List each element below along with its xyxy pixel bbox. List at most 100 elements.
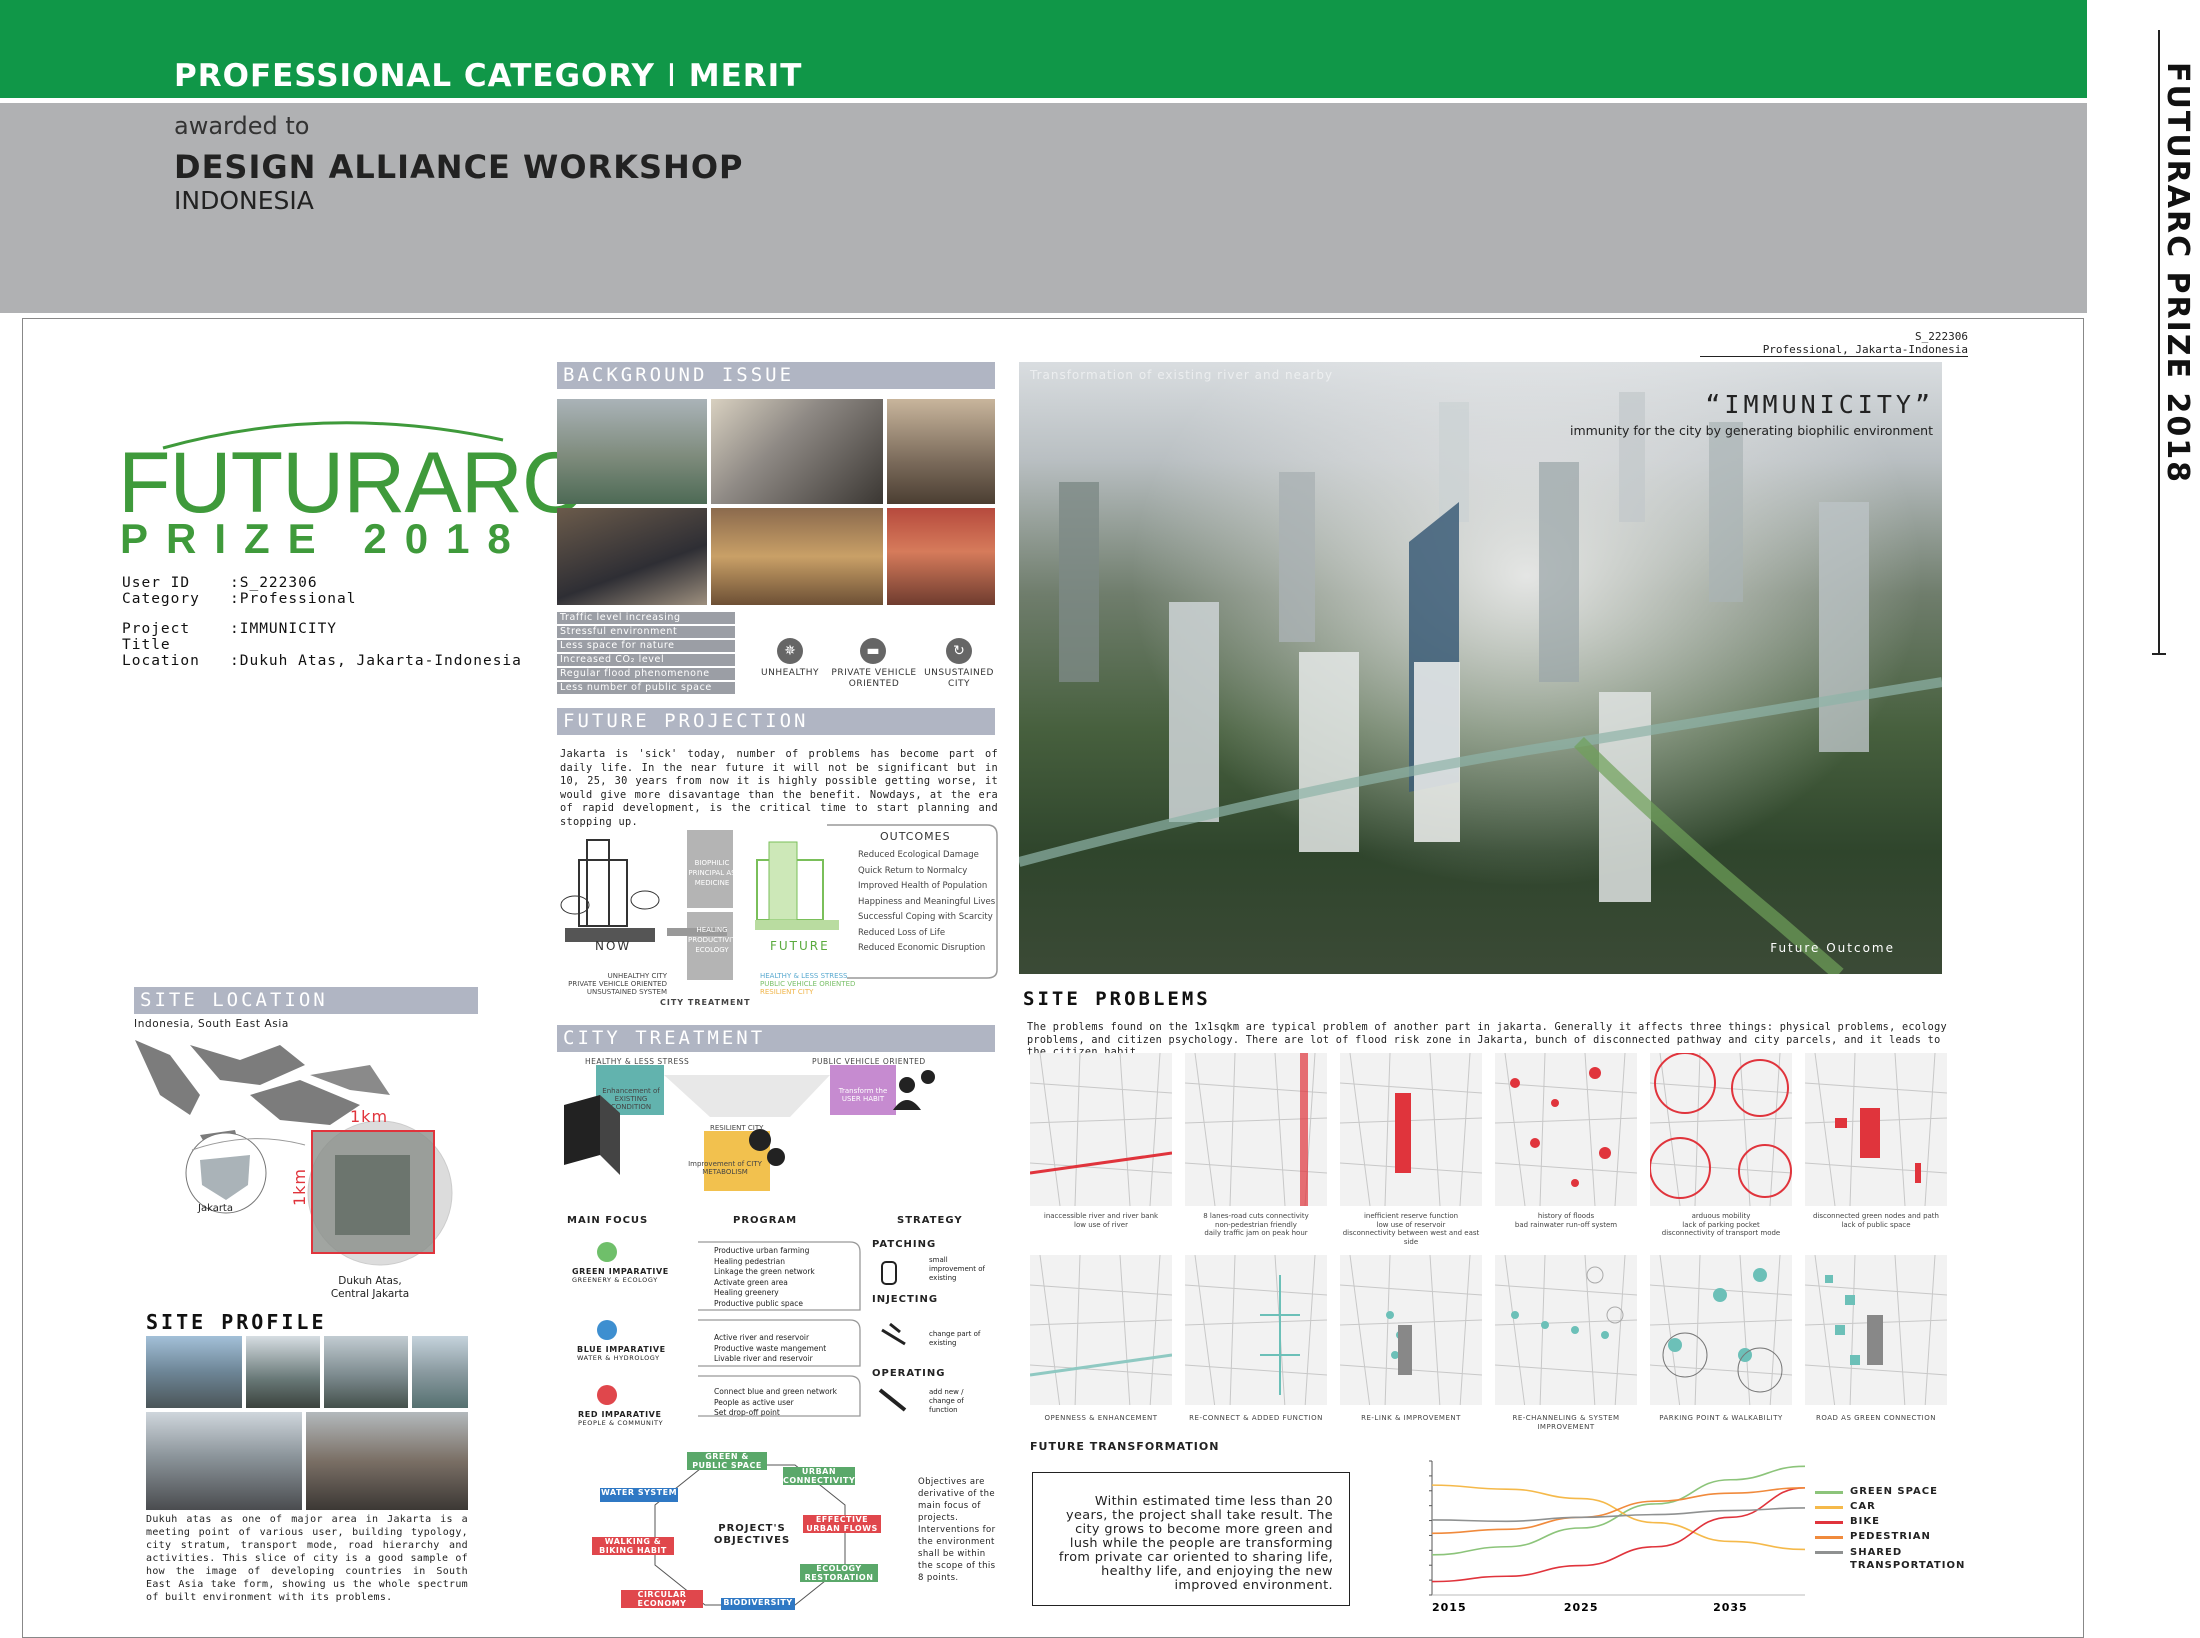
car-icon: ▬ (860, 638, 886, 664)
background-issue-heading: BACKGROUND ISSUE (557, 362, 995, 389)
program-red: Connect blue and green network People as… (714, 1387, 837, 1417)
strategy-injecting: INJECTING (872, 1294, 939, 1305)
issue-tag: Traffic level increasing (557, 612, 735, 624)
ct-resilient: RESILIENT CITY (710, 1124, 764, 1132)
site-label: Dukuh Atas, Central Jakarta (330, 1275, 410, 1300)
solution-map (1340, 1255, 1482, 1405)
focus-red: RED IMPARATIVE PEOPLE & COMMUNITY (578, 1410, 664, 1427)
winner-name: DESIGN ALLIANCE WORKSHOP (174, 148, 744, 186)
alley-photo (306, 1412, 468, 1510)
road-photo (324, 1336, 408, 1408)
river-photo (412, 1336, 468, 1408)
solution-map (1805, 1255, 1947, 1405)
problem-map (1340, 1053, 1482, 1206)
objectives-center: PROJECT'S OBJECTIVES (713, 1523, 791, 1546)
legend-swatch (1815, 1536, 1843, 1539)
issue-icon-label: UNSUSTAINED CITY (924, 668, 994, 689)
solution-map (1185, 1255, 1327, 1405)
hero-title: “IMMUNICITY” (1705, 390, 1934, 419)
problem-caption: inefficient reserve function low use of … (1342, 1212, 1480, 1246)
future-transformation-heading: FUTURE TRANSFORMATION (1030, 1440, 1220, 1453)
side-title: FUTURARC PRIZE 2018 (2160, 62, 2195, 484)
issue-tag: Less number of public space (557, 682, 735, 694)
problem-map (1185, 1053, 1327, 1206)
hero-caption: Future Outcome (1770, 941, 1895, 955)
problem-map (1805, 1053, 1947, 1206)
problem-caption: disconnected green nodes and path lack o… (1812, 1212, 1939, 1229)
hero-overlay-text: Transformation of existing river and nea… (1030, 368, 1334, 382)
solution-caption: RE-CONNECT & ADDED FUNCTION (1189, 1414, 1323, 1422)
outcomes-list: Reduced Ecological Damage Quick Return t… (858, 850, 996, 953)
future-transformation-chart: 2015 2025 2035 (1429, 1460, 1806, 1614)
focus-green: GREEN IMPARATIVE GREENERY & ECOLOGY (572, 1267, 669, 1284)
issue-tag: Regular flood phenomenone (557, 668, 735, 680)
issue-icon-label: UNHEALTHY (761, 668, 819, 678)
site-region: Indonesia, South East Asia (134, 1018, 289, 1030)
ct-enhance-box: Enhancement of EXISTING CONDITION (602, 1087, 660, 1111)
logo-wordmark: FUTURARC (118, 435, 584, 531)
strategy-operating: OPERATING (872, 1368, 946, 1379)
objective-water-system: WATER SYSTEM (600, 1488, 678, 1502)
info-row: User ID:S_222306 (122, 575, 318, 591)
scale-vertical: 1km (290, 1168, 309, 1207)
site-profile-heading: SITE PROFILE (146, 1310, 327, 1334)
city-treatment-heading: CITY TREATMENT (557, 1025, 995, 1052)
medicine-label: BIOPHILIC PRINCIPAL AS MEDICINE (688, 859, 736, 887)
info-row: Category:Professional (122, 591, 357, 607)
board-reference: S_222306 Professional, Jakarta-Indonesia (1700, 330, 1968, 357)
scale-horizontal: 1km (350, 1107, 389, 1126)
future-transformation-box: Within estimated time less than 20 years… (1032, 1472, 1350, 1606)
jakarta-label: Jakarta (198, 1203, 233, 1214)
future-projection-heading: FUTURE PROJECTION (557, 708, 995, 735)
issue-tag: Increased CO₂ level (557, 654, 735, 666)
site-location-heading: SITE LOCATION (134, 987, 478, 1014)
x-tick-label: 2035 (1713, 1601, 1748, 1614)
issue-tag: Less space for nature (557, 640, 735, 652)
legend-label: PEDESTRIAN (1850, 1531, 1931, 1542)
traffic-photo (711, 399, 883, 504)
legend-swatch (1815, 1506, 1843, 1509)
objective-urban-connectivity: URBAN CONNECTIVITY (783, 1467, 856, 1485)
info-row: Location:Dukuh Atas, Jakarta-Indonesia (122, 653, 522, 669)
waste-photo (711, 508, 883, 605)
project-info: User ID:S_222306 Category:Professional P… (122, 575, 522, 669)
solution-caption: OPENNESS & ENHANCEMENT (1044, 1414, 1158, 1422)
roundabout-photo (146, 1336, 242, 1408)
program-green: Productive urban farming Healing pedestr… (714, 1246, 815, 1308)
solution-map (1650, 1255, 1792, 1405)
city-treatment-mini-label: CITY TREATMENT (660, 998, 751, 1007)
site-location-map (135, 1040, 453, 1266)
outcomes-title: OUTCOMES (880, 830, 951, 843)
series-line-car (1431, 1484, 1806, 1551)
col-main-focus: MAIN FOCUS (567, 1215, 649, 1226)
legend-swatch (1815, 1551, 1843, 1554)
problem-caption: arduous mobility lack of parking pocket … (1661, 1212, 1781, 1237)
virus-icon: ✵ (777, 638, 803, 664)
col-strategy: STRATEGY (897, 1215, 963, 1226)
x-tick-label: 2015 (1432, 1601, 1467, 1614)
board-ref-location: Professional, Jakarta-Indonesia (1762, 343, 1968, 356)
cycle-icon: ↻ (946, 638, 972, 664)
legend-label: CAR (1850, 1501, 1876, 1512)
strategy-patching: PATCHING (872, 1239, 937, 1250)
issue-icon-label: PRIVATE VEHICLE ORIENTED (831, 668, 917, 689)
side-rule-tick (2152, 653, 2166, 655)
statue-photo (246, 1336, 320, 1408)
skyline-photo (146, 1412, 302, 1510)
projection-future-label: FUTURE (770, 939, 830, 953)
strategy-patching-desc: small improvement of existing (929, 1256, 985, 1282)
series-line-bike (1431, 1487, 1806, 1583)
objective-green-public: GREEN & PUBLIC SPACE (687, 1452, 767, 1470)
objectives-note: Objectives are derivative of the main fo… (918, 1477, 996, 1583)
site-problems-heading: SITE PROBLEMS (1023, 988, 1211, 1010)
legend-label: SHARED TRANSPORTATION (1850, 1547, 1966, 1571)
info-row: Project Title:IMMUNICITY (122, 621, 338, 653)
issue-tag: Stressful environment (557, 626, 735, 638)
problem-caption: inaccessible river and river bank low us… (1043, 1212, 1159, 1229)
focus-blue: BLUE IMPARATIVE WATER & HYDROLOGY (577, 1345, 666, 1362)
logo-subtitle: PRIZE 2018 (120, 515, 529, 562)
solution-caption: PARKING POINT & WALKABILITY (1659, 1414, 1783, 1422)
problem-caption: 8 lanes-road cuts connectivity non-pedes… (1203, 1212, 1309, 1237)
solution-map (1495, 1255, 1637, 1405)
hero-rendering (1019, 362, 1942, 974)
